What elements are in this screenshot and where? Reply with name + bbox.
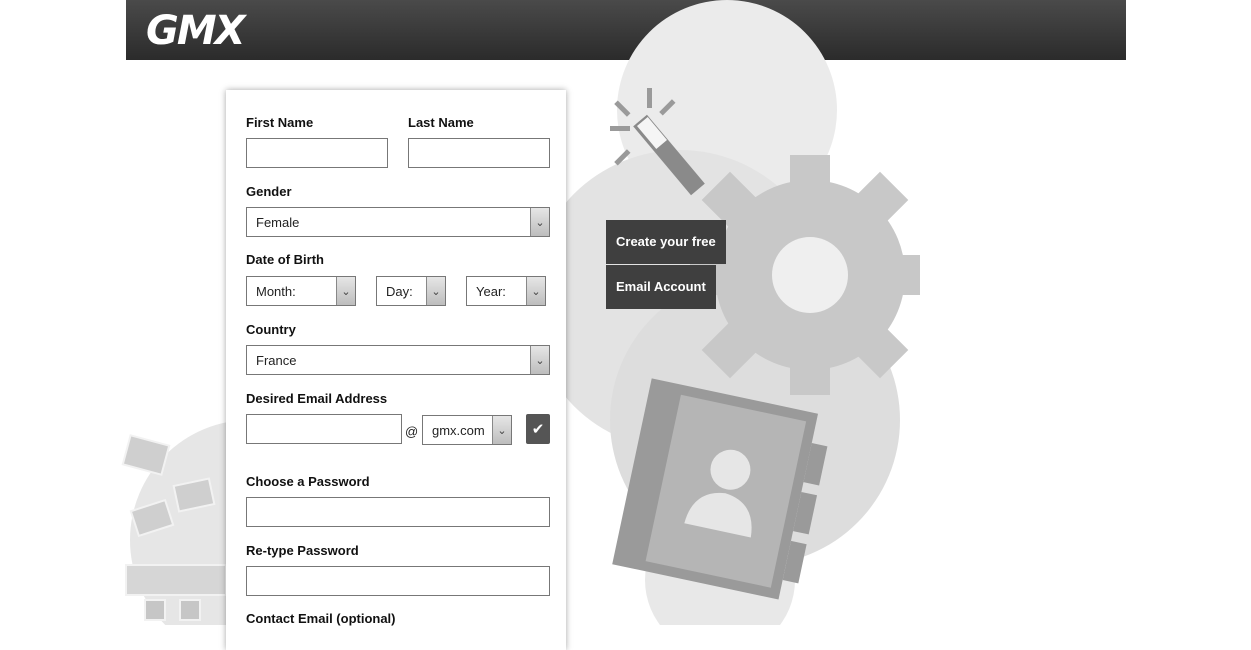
gear-icon: [690, 155, 920, 395]
domain-select[interactable]: gmx.com ⌄: [422, 415, 512, 445]
country-value: France: [256, 353, 297, 368]
domain-value: gmx.com: [432, 423, 485, 438]
country-label: Country: [246, 322, 296, 337]
chevron-down-icon: ⌄: [530, 346, 549, 374]
check-icon: ✔: [531, 421, 545, 438]
registration-form: First Name Last Name Gender Female ⌄ Dat…: [226, 90, 566, 650]
retype-password-label: Re-type Password: [246, 543, 359, 558]
gender-label: Gender: [246, 184, 292, 199]
address-book-icon: [612, 378, 828, 600]
promo-line-1: Create your free: [606, 220, 726, 264]
chevron-down-icon: ⌄: [526, 277, 545, 305]
chevron-down-icon: ⌄: [492, 416, 511, 444]
month-value: Month:: [256, 284, 296, 299]
first-name-label: First Name: [246, 115, 314, 130]
email-label: Desired Email Address: [246, 391, 388, 406]
email-input[interactable]: [246, 414, 402, 444]
country-select[interactable]: France ⌄: [246, 345, 550, 375]
background-illustration: [121, 0, 920, 625]
at-symbol: @: [405, 424, 419, 439]
password-input[interactable]: [246, 497, 550, 527]
last-name-label: Last Name: [408, 115, 474, 130]
chevron-down-icon: ⌄: [530, 208, 549, 236]
retype-password-input[interactable]: [246, 566, 550, 596]
password-label: Choose a Password: [246, 474, 370, 489]
day-value: Day:: [386, 284, 413, 299]
check-availability-button[interactable]: ✔: [526, 414, 550, 444]
last-name-input[interactable]: [408, 138, 550, 168]
month-select[interactable]: Month: ⌄: [246, 276, 356, 306]
promo-line-2: Email Account: [606, 265, 716, 309]
gender-value: Female: [256, 215, 300, 230]
gender-select[interactable]: Female ⌄: [246, 207, 550, 237]
chevron-down-icon: ⌄: [336, 277, 355, 305]
day-select[interactable]: Day: ⌄: [376, 276, 446, 306]
chevron-down-icon: ⌄: [426, 277, 445, 305]
dob-label: Date of Birth: [246, 252, 324, 267]
contact-email-label: Contact Email (optional): [246, 611, 396, 626]
year-value: Year:: [476, 284, 506, 299]
year-select[interactable]: Year: ⌄: [466, 276, 546, 306]
first-name-input[interactable]: [246, 138, 388, 168]
